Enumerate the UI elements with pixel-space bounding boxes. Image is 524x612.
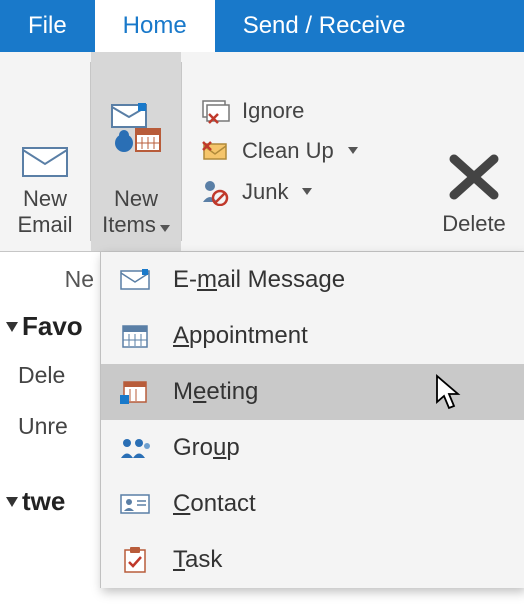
group-icon xyxy=(117,436,153,460)
ignore-button[interactable]: Ignore xyxy=(196,94,416,128)
collapse-icon xyxy=(6,322,18,332)
nav-item-deleted[interactable]: Dele xyxy=(6,350,94,401)
chevron-down-icon xyxy=(348,147,358,154)
tab-send-receive[interactable]: Send / Receive xyxy=(215,0,434,52)
task-clipboard-icon xyxy=(117,546,153,574)
chevron-down-icon xyxy=(302,188,312,195)
junk-button[interactable]: Junk xyxy=(196,174,416,210)
meeting-icon xyxy=(117,379,153,405)
clean-up-icon xyxy=(198,138,232,164)
envelope-icon xyxy=(21,144,69,180)
menu-item-group[interactable]: Group xyxy=(101,420,524,476)
clean-up-button[interactable]: Clean Up xyxy=(196,134,416,168)
menu-item-task[interactable]: Task xyxy=(101,532,524,588)
new-email-label: New Email xyxy=(17,186,72,237)
tab-home[interactable]: Home xyxy=(95,0,215,52)
new-items-label: New Items xyxy=(102,161,170,237)
menu-item-meeting[interactable]: Meeting xyxy=(101,364,524,420)
folder-pane: Ne Favo Dele Unre twe xyxy=(0,252,100,535)
new-email-button[interactable]: New Email xyxy=(0,52,90,251)
content-area: Ne Favo Dele Unre twe E-mail Message xyxy=(0,252,524,535)
tab-file[interactable]: File xyxy=(0,0,95,52)
menu-label: Contact xyxy=(173,490,256,518)
junk-icon xyxy=(198,178,232,206)
ribbon: New Email New Items xyxy=(0,52,524,252)
nav-item-unread[interactable]: Unre xyxy=(6,401,94,452)
favorites-header[interactable]: Favo xyxy=(6,297,94,350)
cursor-icon xyxy=(434,374,464,412)
menu-label: Task xyxy=(173,546,222,574)
menu-label: Appointment xyxy=(173,322,308,350)
menu-label: E-mail Message xyxy=(173,266,345,294)
menu-item-email-message[interactable]: E-mail Message xyxy=(101,252,524,308)
clean-up-label: Clean Up xyxy=(242,138,334,164)
contact-card-icon xyxy=(117,493,153,515)
envelope-icon xyxy=(117,269,153,291)
menu-label: Meeting xyxy=(173,378,258,406)
account-header[interactable]: twe xyxy=(6,472,94,525)
delete-button[interactable]: Delete xyxy=(424,52,524,251)
group-label-truncated: Ne xyxy=(6,262,94,297)
junk-label: Junk xyxy=(242,179,288,205)
delete-label: Delete xyxy=(442,211,506,237)
delete-group: Ignore Clean Up xyxy=(182,52,424,251)
ignore-label: Ignore xyxy=(242,98,304,124)
ribbon-tabs: File Home Send / Receive xyxy=(0,0,524,52)
new-items-menu: E-mail Message Appointment xyxy=(100,252,524,588)
calendar-icon xyxy=(117,323,153,349)
ignore-icon xyxy=(198,98,232,124)
new-items-button[interactable]: New Items xyxy=(91,52,181,251)
new-items-icon xyxy=(108,103,164,155)
delete-x-icon xyxy=(444,149,504,205)
collapse-icon xyxy=(6,497,18,507)
menu-item-appointment[interactable]: Appointment xyxy=(101,308,524,364)
menu-item-contact[interactable]: Contact xyxy=(101,476,524,532)
menu-label: Group xyxy=(173,434,240,462)
